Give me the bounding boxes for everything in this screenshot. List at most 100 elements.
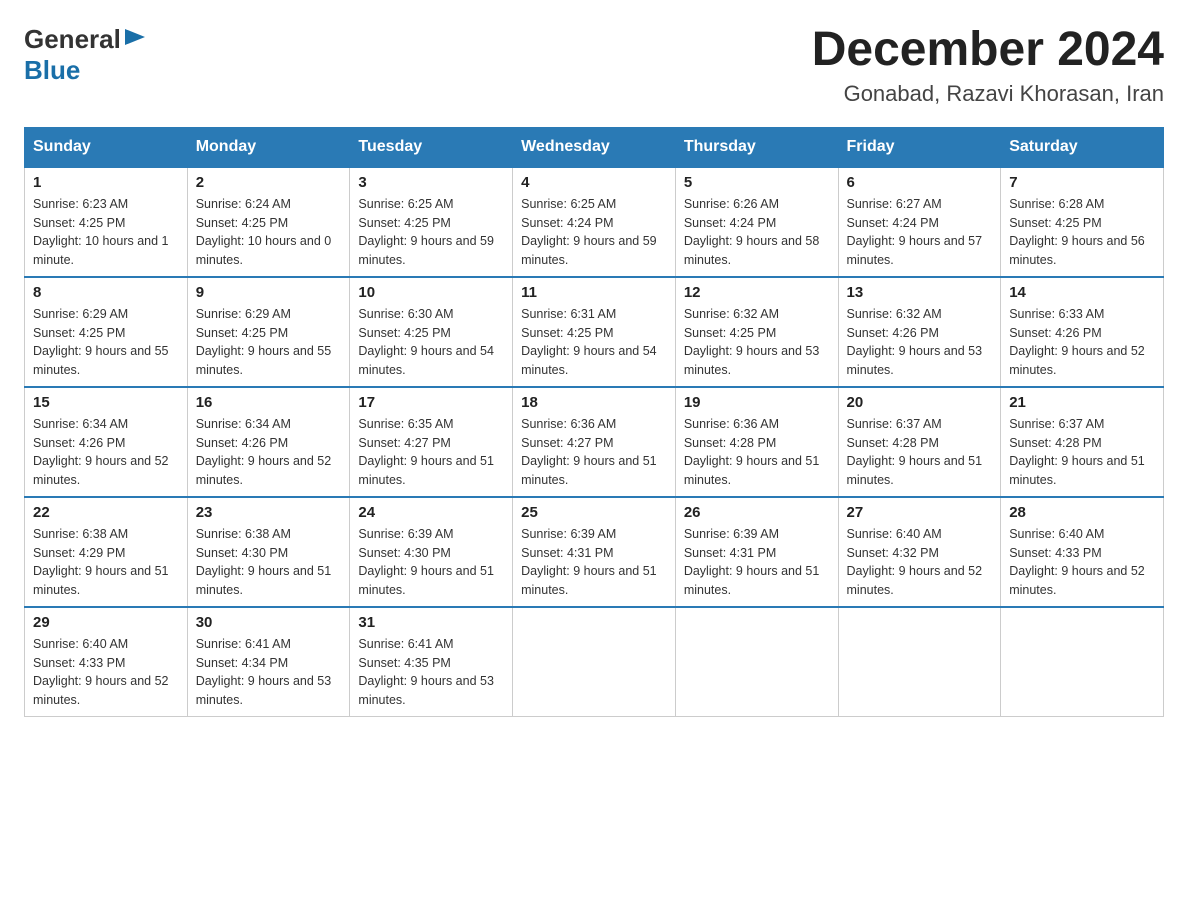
header-friday: Friday bbox=[838, 127, 1001, 167]
calendar-cell: 10 Sunrise: 6:30 AM Sunset: 4:25 PM Dayl… bbox=[350, 277, 513, 387]
day-number: 24 bbox=[358, 504, 504, 521]
day-number: 23 bbox=[196, 504, 342, 521]
calendar-cell bbox=[838, 607, 1001, 717]
page-header: General Blue December 2024 Gonabad, Raza… bbox=[24, 24, 1164, 107]
day-info: Sunrise: 6:37 AM Sunset: 4:28 PM Dayligh… bbox=[1009, 415, 1155, 490]
calendar-cell bbox=[513, 607, 676, 717]
day-number: 8 bbox=[33, 284, 179, 301]
location-title: Gonabad, Razavi Khorasan, Iran bbox=[812, 81, 1164, 107]
day-number: 4 bbox=[521, 174, 667, 191]
day-number: 26 bbox=[684, 504, 830, 521]
calendar-cell: 23 Sunrise: 6:38 AM Sunset: 4:30 PM Dayl… bbox=[187, 497, 350, 607]
calendar-cell: 22 Sunrise: 6:38 AM Sunset: 4:29 PM Dayl… bbox=[25, 497, 188, 607]
day-info: Sunrise: 6:25 AM Sunset: 4:25 PM Dayligh… bbox=[358, 195, 504, 270]
day-info: Sunrise: 6:28 AM Sunset: 4:25 PM Dayligh… bbox=[1009, 195, 1155, 270]
day-info: Sunrise: 6:29 AM Sunset: 4:25 PM Dayligh… bbox=[196, 305, 342, 380]
header-sunday: Sunday bbox=[25, 127, 188, 167]
week-row-5: 29 Sunrise: 6:40 AM Sunset: 4:33 PM Dayl… bbox=[25, 607, 1164, 717]
day-info: Sunrise: 6:30 AM Sunset: 4:25 PM Dayligh… bbox=[358, 305, 504, 380]
logo-blue: Blue bbox=[24, 55, 80, 86]
day-info: Sunrise: 6:36 AM Sunset: 4:27 PM Dayligh… bbox=[521, 415, 667, 490]
day-number: 1 bbox=[33, 174, 179, 191]
day-info: Sunrise: 6:35 AM Sunset: 4:27 PM Dayligh… bbox=[358, 415, 504, 490]
calendar-cell: 1 Sunrise: 6:23 AM Sunset: 4:25 PM Dayli… bbox=[25, 167, 188, 277]
day-info: Sunrise: 6:26 AM Sunset: 4:24 PM Dayligh… bbox=[684, 195, 830, 270]
day-number: 18 bbox=[521, 394, 667, 411]
calendar-cell: 26 Sunrise: 6:39 AM Sunset: 4:31 PM Dayl… bbox=[675, 497, 838, 607]
calendar-cell: 2 Sunrise: 6:24 AM Sunset: 4:25 PM Dayli… bbox=[187, 167, 350, 277]
calendar-cell: 12 Sunrise: 6:32 AM Sunset: 4:25 PM Dayl… bbox=[675, 277, 838, 387]
day-info: Sunrise: 6:40 AM Sunset: 4:32 PM Dayligh… bbox=[847, 525, 993, 600]
day-number: 5 bbox=[684, 174, 830, 191]
calendar-cell: 13 Sunrise: 6:32 AM Sunset: 4:26 PM Dayl… bbox=[838, 277, 1001, 387]
day-number: 9 bbox=[196, 284, 342, 301]
day-info: Sunrise: 6:32 AM Sunset: 4:25 PM Dayligh… bbox=[684, 305, 830, 380]
calendar-cell: 9 Sunrise: 6:29 AM Sunset: 4:25 PM Dayli… bbox=[187, 277, 350, 387]
day-info: Sunrise: 6:38 AM Sunset: 4:29 PM Dayligh… bbox=[33, 525, 179, 600]
day-number: 29 bbox=[33, 614, 179, 631]
calendar-cell: 18 Sunrise: 6:36 AM Sunset: 4:27 PM Dayl… bbox=[513, 387, 676, 497]
day-number: 3 bbox=[358, 174, 504, 191]
logo: General Blue bbox=[24, 24, 145, 86]
day-number: 27 bbox=[847, 504, 993, 521]
calendar-cell: 11 Sunrise: 6:31 AM Sunset: 4:25 PM Dayl… bbox=[513, 277, 676, 387]
day-number: 14 bbox=[1009, 284, 1155, 301]
logo-flag-icon bbox=[125, 29, 145, 49]
weekday-header-row: Sunday Monday Tuesday Wednesday Thursday… bbox=[25, 127, 1164, 167]
day-number: 6 bbox=[847, 174, 993, 191]
calendar-cell: 3 Sunrise: 6:25 AM Sunset: 4:25 PM Dayli… bbox=[350, 167, 513, 277]
day-info: Sunrise: 6:38 AM Sunset: 4:30 PM Dayligh… bbox=[196, 525, 342, 600]
day-info: Sunrise: 6:39 AM Sunset: 4:31 PM Dayligh… bbox=[684, 525, 830, 600]
calendar-cell bbox=[1001, 607, 1164, 717]
week-row-2: 8 Sunrise: 6:29 AM Sunset: 4:25 PM Dayli… bbox=[25, 277, 1164, 387]
day-number: 31 bbox=[358, 614, 504, 631]
week-row-3: 15 Sunrise: 6:34 AM Sunset: 4:26 PM Dayl… bbox=[25, 387, 1164, 497]
day-info: Sunrise: 6:25 AM Sunset: 4:24 PM Dayligh… bbox=[521, 195, 667, 270]
day-info: Sunrise: 6:23 AM Sunset: 4:25 PM Dayligh… bbox=[33, 195, 179, 270]
day-number: 19 bbox=[684, 394, 830, 411]
day-number: 13 bbox=[847, 284, 993, 301]
calendar-cell bbox=[675, 607, 838, 717]
calendar-cell: 29 Sunrise: 6:40 AM Sunset: 4:33 PM Dayl… bbox=[25, 607, 188, 717]
header-wednesday: Wednesday bbox=[513, 127, 676, 167]
header-saturday: Saturday bbox=[1001, 127, 1164, 167]
day-number: 11 bbox=[521, 284, 667, 301]
calendar-cell: 6 Sunrise: 6:27 AM Sunset: 4:24 PM Dayli… bbox=[838, 167, 1001, 277]
calendar-cell: 25 Sunrise: 6:39 AM Sunset: 4:31 PM Dayl… bbox=[513, 497, 676, 607]
day-number: 15 bbox=[33, 394, 179, 411]
day-info: Sunrise: 6:40 AM Sunset: 4:33 PM Dayligh… bbox=[1009, 525, 1155, 600]
calendar-cell: 7 Sunrise: 6:28 AM Sunset: 4:25 PM Dayli… bbox=[1001, 167, 1164, 277]
calendar-cell: 8 Sunrise: 6:29 AM Sunset: 4:25 PM Dayli… bbox=[25, 277, 188, 387]
day-info: Sunrise: 6:37 AM Sunset: 4:28 PM Dayligh… bbox=[847, 415, 993, 490]
day-number: 20 bbox=[847, 394, 993, 411]
day-number: 10 bbox=[358, 284, 504, 301]
day-number: 30 bbox=[196, 614, 342, 631]
calendar-table: Sunday Monday Tuesday Wednesday Thursday… bbox=[24, 127, 1164, 718]
month-title: December 2024 bbox=[812, 24, 1164, 77]
calendar-cell: 5 Sunrise: 6:26 AM Sunset: 4:24 PM Dayli… bbox=[675, 167, 838, 277]
calendar-cell: 21 Sunrise: 6:37 AM Sunset: 4:28 PM Dayl… bbox=[1001, 387, 1164, 497]
header-monday: Monday bbox=[187, 127, 350, 167]
week-row-1: 1 Sunrise: 6:23 AM Sunset: 4:25 PM Dayli… bbox=[25, 167, 1164, 277]
day-info: Sunrise: 6:39 AM Sunset: 4:31 PM Dayligh… bbox=[521, 525, 667, 600]
day-number: 28 bbox=[1009, 504, 1155, 521]
header-thursday: Thursday bbox=[675, 127, 838, 167]
logo-general: General bbox=[24, 24, 121, 55]
calendar-cell: 4 Sunrise: 6:25 AM Sunset: 4:24 PM Dayli… bbox=[513, 167, 676, 277]
week-row-4: 22 Sunrise: 6:38 AM Sunset: 4:29 PM Dayl… bbox=[25, 497, 1164, 607]
calendar-cell: 24 Sunrise: 6:39 AM Sunset: 4:30 PM Dayl… bbox=[350, 497, 513, 607]
day-info: Sunrise: 6:34 AM Sunset: 4:26 PM Dayligh… bbox=[33, 415, 179, 490]
calendar-cell: 28 Sunrise: 6:40 AM Sunset: 4:33 PM Dayl… bbox=[1001, 497, 1164, 607]
calendar-cell: 16 Sunrise: 6:34 AM Sunset: 4:26 PM Dayl… bbox=[187, 387, 350, 497]
day-info: Sunrise: 6:33 AM Sunset: 4:26 PM Dayligh… bbox=[1009, 305, 1155, 380]
day-info: Sunrise: 6:41 AM Sunset: 4:35 PM Dayligh… bbox=[358, 635, 504, 710]
day-info: Sunrise: 6:32 AM Sunset: 4:26 PM Dayligh… bbox=[847, 305, 993, 380]
calendar-cell: 30 Sunrise: 6:41 AM Sunset: 4:34 PM Dayl… bbox=[187, 607, 350, 717]
day-number: 21 bbox=[1009, 394, 1155, 411]
day-info: Sunrise: 6:36 AM Sunset: 4:28 PM Dayligh… bbox=[684, 415, 830, 490]
day-info: Sunrise: 6:29 AM Sunset: 4:25 PM Dayligh… bbox=[33, 305, 179, 380]
header-tuesday: Tuesday bbox=[350, 127, 513, 167]
day-info: Sunrise: 6:40 AM Sunset: 4:33 PM Dayligh… bbox=[33, 635, 179, 710]
day-info: Sunrise: 6:41 AM Sunset: 4:34 PM Dayligh… bbox=[196, 635, 342, 710]
calendar-cell: 31 Sunrise: 6:41 AM Sunset: 4:35 PM Dayl… bbox=[350, 607, 513, 717]
